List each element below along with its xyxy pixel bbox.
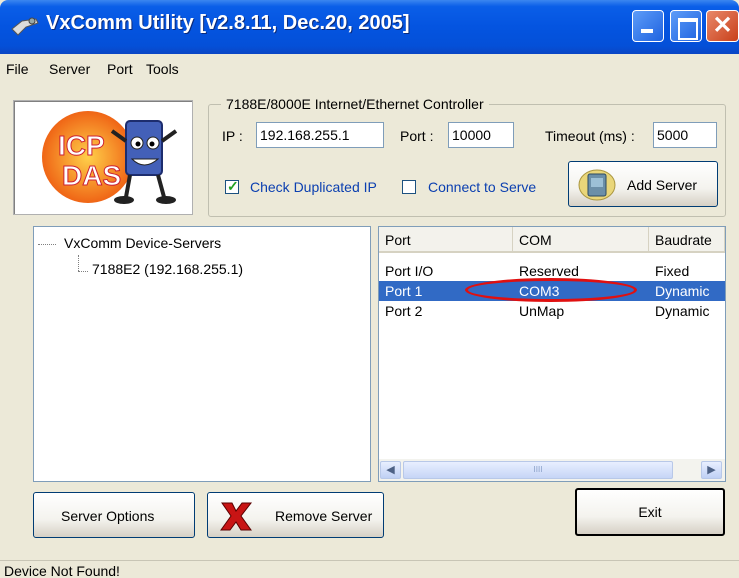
check-duplicated-ip-label[interactable]: Check Duplicated IP <box>250 179 377 195</box>
timeout-label: Timeout (ms) : <box>545 128 635 144</box>
icp-das-logo-panel: ICP DAS <box>13 100 193 215</box>
close-icon: ✕ <box>712 12 733 39</box>
ip-label: IP : <box>222 128 243 144</box>
cell-baudrate: Dynamic <box>655 303 710 319</box>
server-options-label: Server Options <box>61 508 155 524</box>
cell-baudrate: Fixed <box>655 263 690 279</box>
checkmark-icon: ✓ <box>227 178 239 194</box>
tree-root-vxcomm-device-servers[interactable]: VxComm Device-Servers <box>64 235 221 251</box>
column-header-port[interactable]: Port <box>379 227 513 253</box>
device-server-tree[interactable]: VxComm Device-Servers 7188E2 (192.168.25… <box>33 226 371 482</box>
icp-das-logo: ICP DAS <box>42 111 178 204</box>
add-server-button[interactable]: Add Server <box>568 161 718 207</box>
title-bar[interactable]: VxComm Utility [v2.8.11, Dec.20, 2005] ✕ <box>0 0 739 54</box>
list-row-port-2[interactable]: Port 2 UnMap Dynamic <box>379 301 725 321</box>
column-header-com[interactable]: COM <box>513 227 649 253</box>
vxcomm-utility-window: VxComm Utility [v2.8.11, Dec.20, 2005] ✕… <box>0 0 739 578</box>
close-button[interactable]: ✕ <box>706 10 739 42</box>
controller-group-caption: 7188E/8000E Internet/Ethernet Controller <box>221 96 489 112</box>
menu-server[interactable]: Server <box>49 61 90 77</box>
annotation-ellipse <box>465 278 637 302</box>
logo-text-das: DAS <box>62 160 121 191</box>
connect-to-server-checkbox[interactable] <box>402 180 416 194</box>
cell-com: Reserved <box>519 263 579 279</box>
add-server-label: Add Server <box>627 177 698 193</box>
status-text: Device Not Found! <box>4 563 120 578</box>
port-field[interactable]: 10000 <box>448 122 514 148</box>
cell-port: Port I/O <box>385 263 434 279</box>
menu-tools[interactable]: Tools <box>146 61 179 77</box>
minimize-button[interactable] <box>632 10 664 42</box>
scroll-right-button[interactable]: ▶ <box>701 461 722 479</box>
remove-server-label: Remove Server <box>275 508 373 524</box>
tree-item-7188e2[interactable]: 7188E2 (192.168.255.1) <box>92 261 243 277</box>
cell-port: Port 2 <box>385 303 423 319</box>
port-label: Port : <box>400 128 434 144</box>
column-header-baudrate[interactable]: Baudrate <box>649 227 725 253</box>
scroll-thumb[interactable]: IIII <box>403 461 673 479</box>
ports-list[interactable]: Port COM Baudrate Port I/O Reserved Fixe… <box>378 226 726 482</box>
connect-to-server-label[interactable]: Connect to Serve <box>428 179 536 195</box>
menu-port[interactable]: Port <box>107 61 133 77</box>
remove-x-icon <box>220 502 253 531</box>
server-options-button[interactable]: Server Options <box>33 492 195 538</box>
list-header: Port COM Baudrate <box>379 227 725 253</box>
exit-button[interactable]: Exit <box>575 488 725 536</box>
scroll-left-button[interactable]: ◀ <box>380 461 401 479</box>
device-icon <box>578 169 616 201</box>
horizontal-scrollbar[interactable]: ◀ IIII ▶ <box>379 459 725 481</box>
app-icon <box>11 17 39 36</box>
menu-file[interactable]: File <box>6 61 29 77</box>
cell-port: Port 1 <box>385 283 423 299</box>
logo-text-icp: ICP <box>58 130 105 161</box>
cell-baudrate: Dynamic <box>655 283 710 299</box>
check-duplicated-ip-checkbox[interactable]: ✓ <box>225 178 239 194</box>
cell-com: UnMap <box>519 303 565 319</box>
remove-server-button[interactable]: Remove Server <box>207 492 384 538</box>
exit-label: Exit <box>638 504 662 520</box>
status-bar: Device Not Found! <box>0 560 739 578</box>
ip-field[interactable]: 192.168.255.1 <box>256 122 384 148</box>
timeout-field[interactable]: 5000 <box>653 122 717 148</box>
maximize-button[interactable] <box>670 10 702 42</box>
window-title: VxComm Utility [v2.8.11, Dec.20, 2005] <box>46 12 410 34</box>
menu-bar: File Server Port Tools <box>0 54 739 84</box>
